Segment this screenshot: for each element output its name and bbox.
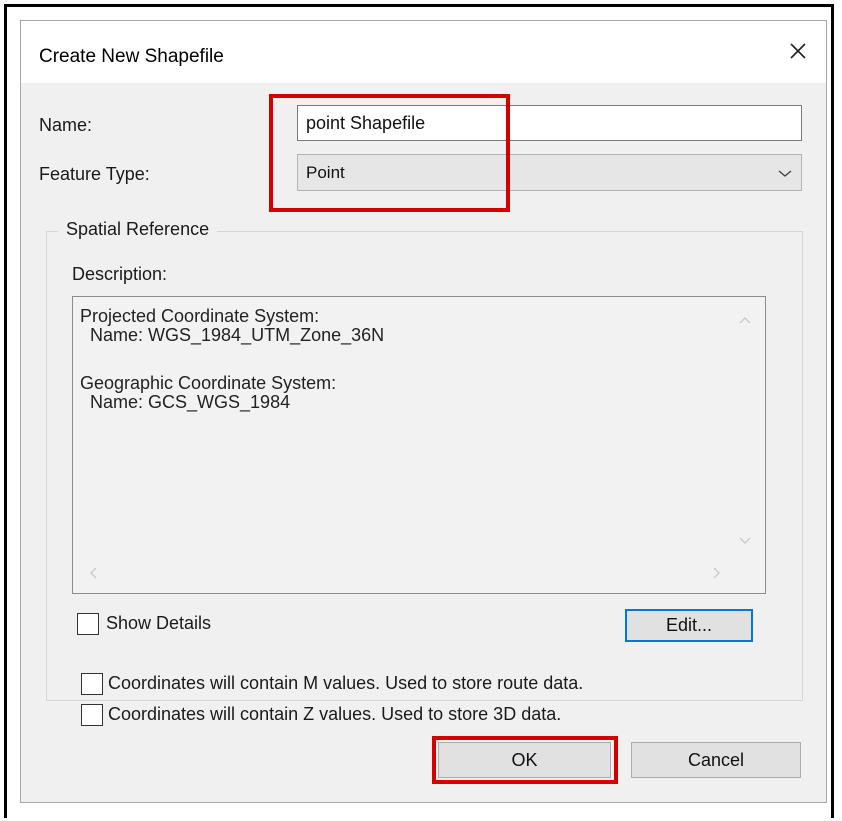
close-icon (790, 43, 806, 59)
description-line: Name: GCS_WGS_1984 (80, 392, 291, 412)
dialog-title: Create New Shapefile (39, 46, 224, 67)
spatial-reference-label: Spatial Reference (58, 219, 218, 240)
highlight-ok-button (432, 736, 618, 784)
highlight-name-feature-type (269, 94, 510, 212)
description-box[interactable]: Projected Coordinate System: Name: WGS_1… (72, 296, 766, 594)
m-values-checkbox[interactable] (81, 673, 103, 695)
scroll-up-icon[interactable] (737, 312, 753, 328)
scroll-left-icon[interactable] (85, 565, 101, 581)
description-line: Geographic Coordinate System: (80, 373, 337, 393)
description-label: Description: (72, 264, 168, 284)
close-button[interactable] (776, 31, 820, 71)
chevron-down-icon (778, 170, 792, 177)
title-bar: Create New Shapefile (21, 21, 826, 83)
z-values-label: Coordinates will contain Z values. Used … (108, 704, 562, 724)
scroll-right-icon[interactable] (709, 565, 725, 581)
m-values-label: Coordinates will contain M values. Used … (108, 673, 584, 693)
show-details-checkbox[interactable] (77, 613, 99, 635)
cancel-button[interactable]: Cancel (631, 742, 801, 778)
show-details-label: Show Details (106, 613, 212, 633)
description-line: Projected Coordinate System: (80, 306, 320, 326)
z-values-checkbox[interactable] (81, 704, 103, 726)
feature-type-label: Feature Type: (39, 164, 150, 184)
create-new-shapefile-dialog: Create New Shapefile Name: Feature Type:… (20, 20, 827, 803)
name-label: Name: (39, 115, 93, 135)
scroll-down-icon[interactable] (737, 533, 753, 549)
description-line: Name: WGS_1984_UTM_Zone_36N (80, 325, 385, 345)
edit-button[interactable]: Edit... (625, 609, 753, 642)
